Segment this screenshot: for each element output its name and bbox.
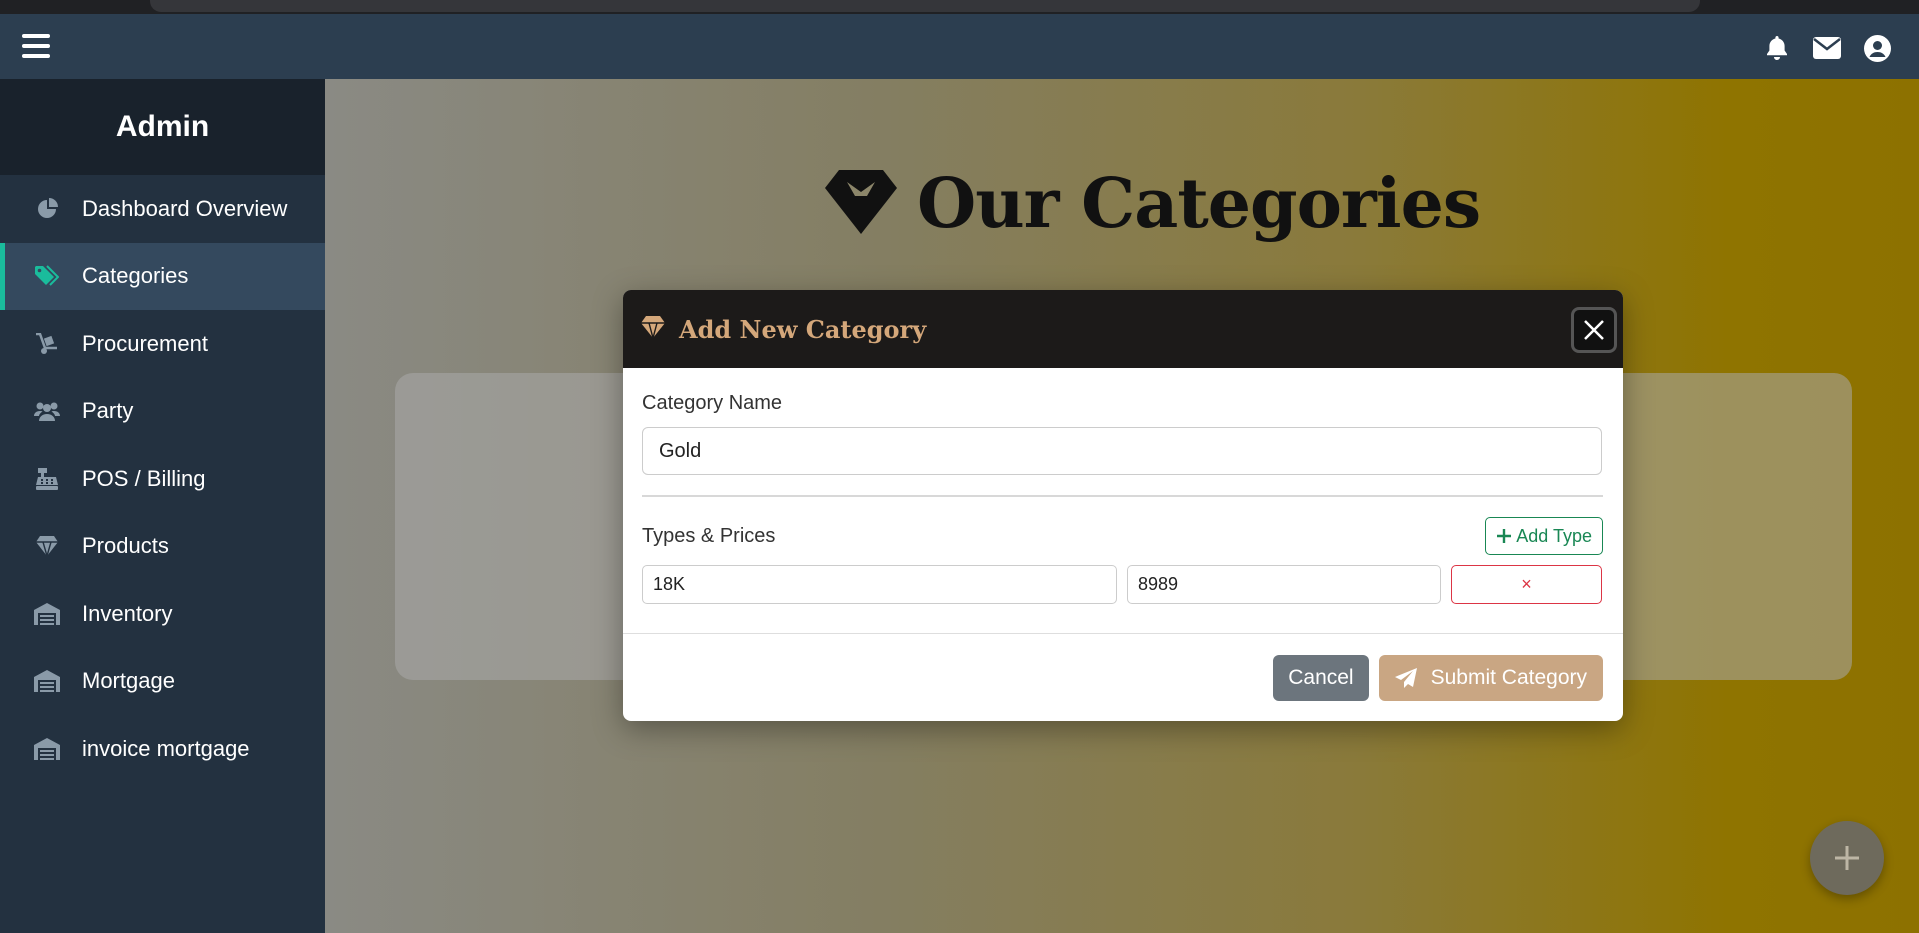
close-icon bbox=[1584, 320, 1604, 340]
warehouse-icon bbox=[34, 736, 60, 762]
plus-icon bbox=[1835, 846, 1859, 870]
modal-body: Category Name Gold Types & Prices Add Ty… bbox=[623, 368, 1623, 604]
address-bar[interactable] bbox=[150, 0, 1700, 12]
add-type-label: Add Type bbox=[1516, 525, 1592, 546]
price-input[interactable]: 8989 bbox=[1127, 565, 1441, 604]
modal-header: Add New Category bbox=[623, 290, 1623, 368]
types-prices-label: Types & Prices bbox=[642, 524, 776, 547]
sidebar-item-label: POS / Billing bbox=[82, 465, 206, 491]
modal-title: Add New Category bbox=[679, 314, 927, 344]
dolly-icon bbox=[34, 331, 60, 357]
users-icon bbox=[34, 398, 60, 424]
sidebar-item-categories[interactable]: Categories bbox=[0, 242, 325, 310]
type-input[interactable]: 18K bbox=[642, 565, 1117, 604]
category-name-input[interactable]: Gold bbox=[642, 427, 1602, 475]
envelope-icon[interactable] bbox=[1813, 34, 1841, 62]
warehouse-icon bbox=[34, 601, 60, 627]
sidebar-item-label: Procurement bbox=[82, 330, 208, 356]
category-name-label: Category Name bbox=[642, 392, 783, 414]
gem-icon bbox=[825, 170, 897, 238]
add-type-button[interactable]: Add Type bbox=[1485, 517, 1603, 555]
type-price-row: 18K 8989 × bbox=[642, 565, 1603, 604]
sidebar-item-label: Inventory bbox=[82, 600, 173, 626]
sidebar-item-party[interactable]: Party bbox=[0, 378, 325, 446]
sidebar-item-dashboard-overview[interactable]: Dashboard Overview bbox=[0, 175, 325, 243]
chart-pie-icon bbox=[34, 196, 60, 222]
sidebar-item-mortgage[interactable]: Mortgage bbox=[0, 648, 325, 716]
cash-register-icon bbox=[34, 466, 60, 492]
bell-icon[interactable] bbox=[1763, 34, 1791, 62]
sidebar-item-products[interactable]: Products bbox=[0, 513, 325, 581]
sidebar-item-invoice-mortgage[interactable]: invoice mortgage bbox=[0, 715, 325, 783]
sidebar-item-pos-billing[interactable]: POS / Billing bbox=[0, 445, 325, 513]
tags-icon bbox=[34, 263, 60, 289]
gem-icon bbox=[641, 316, 665, 342]
sidebar-item-label: Party bbox=[82, 398, 134, 424]
types-header: Types & Prices Add Type bbox=[642, 517, 1603, 555]
remove-type-button[interactable]: × bbox=[1451, 565, 1602, 604]
sidebar-item-label: Dashboard Overview bbox=[82, 195, 288, 221]
add-category-modal: Add New Category Category Name Gold Type… bbox=[623, 290, 1623, 721]
plus-icon bbox=[1497, 529, 1512, 543]
sidebar-brand[interactable]: Admin bbox=[0, 79, 325, 175]
submit-category-button[interactable]: Submit Category bbox=[1378, 654, 1603, 701]
sidebar-item-inventory[interactable]: Inventory bbox=[0, 580, 325, 648]
gem-icon bbox=[34, 533, 60, 559]
paper-plane-icon bbox=[1394, 667, 1417, 688]
close-button[interactable] bbox=[1571, 307, 1617, 353]
sidebar-item-label: invoice mortgage bbox=[82, 735, 250, 761]
sidebar-item-procurement[interactable]: Procurement bbox=[0, 310, 325, 378]
sidebar-item-label: Products bbox=[82, 533, 169, 559]
page-title: Our Categories bbox=[825, 164, 1481, 244]
top-navbar bbox=[0, 14, 1919, 79]
sidebar-item-label: Categories bbox=[82, 263, 189, 289]
sidebar-item-label: Mortgage bbox=[82, 668, 175, 694]
sidebar: Admin Dashboard Overview Categories Proc… bbox=[0, 79, 325, 933]
page-title-text: Our Categories bbox=[917, 164, 1481, 244]
add-category-fab[interactable] bbox=[1810, 821, 1884, 895]
warehouse-icon bbox=[34, 668, 60, 694]
cancel-button[interactable]: Cancel bbox=[1273, 654, 1369, 701]
divider bbox=[642, 495, 1603, 497]
modal-footer: Cancel Submit Category bbox=[623, 633, 1623, 721]
submit-category-label: Submit Category bbox=[1430, 665, 1587, 689]
user-circle-icon[interactable] bbox=[1863, 34, 1891, 62]
browser-tab-strip bbox=[0, 0, 1919, 14]
hamburger-icon[interactable] bbox=[22, 34, 52, 58]
